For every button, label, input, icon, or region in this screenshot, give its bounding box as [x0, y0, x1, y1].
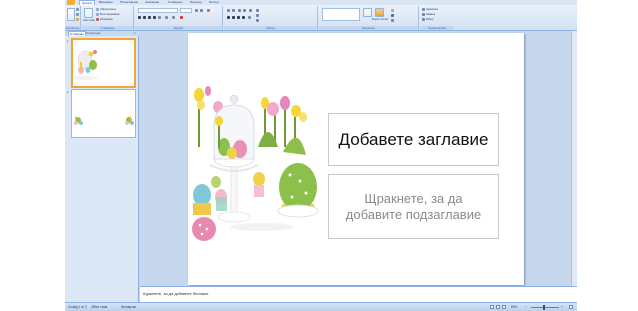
find-icon [422, 8, 425, 11]
arrange-icon[interactable] [363, 8, 372, 17]
clipboard-group-label: Клипборд [65, 26, 80, 30]
slides-panel: Слайдове Структура × 1 2 [65, 31, 139, 302]
layout-icon [96, 8, 99, 11]
editing-group-label: Редактиране [420, 26, 454, 30]
cut-icon[interactable] [76, 8, 79, 11]
shadow-icon[interactable] [158, 16, 161, 19]
slideshow-view-icon[interactable] [502, 305, 506, 309]
quick-styles-icon[interactable] [375, 8, 384, 17]
thumbnail-2-images [72, 90, 135, 137]
strikethrough-icon[interactable] [153, 16, 156, 19]
tab-slides[interactable]: Слайдове [68, 31, 86, 36]
drawing-group-label: Рисуване [319, 26, 418, 30]
thumbnail-number: 2 [67, 90, 69, 94]
slide-canvas[interactable]: Добавете заглавие Щракнете, за да добави… [188, 33, 524, 285]
zoom-slider-knob[interactable] [543, 305, 545, 310]
slides-panel-tabs: Слайдове Структура × [65, 31, 139, 36]
ribbon: Клипборд Нов слайд Оформление Възстановя… [65, 5, 577, 31]
zoom-in-icon[interactable]: + [561, 305, 563, 309]
powerpoint-window: Начало Вмъкване Проектиране Анимации Сла… [65, 0, 577, 311]
numbering-icon[interactable] [232, 9, 235, 12]
find-button[interactable]: Намиране [426, 8, 452, 11]
new-slide-button[interactable]: Нов слайд [83, 19, 95, 22]
zoom-level[interactable]: 69% [511, 305, 517, 309]
delete-button[interactable]: Изтриване [100, 18, 132, 21]
status-bar: Слайд 1 от 2 Office тема български 69% −… [65, 302, 577, 311]
shrink-font-icon[interactable] [200, 9, 203, 12]
shape-effects-icon[interactable] [391, 19, 394, 22]
font-group-label: Шрифт [135, 26, 222, 30]
align-center-icon[interactable] [232, 16, 235, 19]
smartart-icon[interactable] [256, 19, 259, 22]
justify-icon[interactable] [242, 16, 245, 19]
fit-to-window-icon[interactable] [569, 305, 573, 309]
title-placeholder[interactable]: Добавете заглавие [328, 113, 499, 166]
select-icon [422, 18, 425, 21]
quick-styles-button[interactable]: Бързи стилове [372, 18, 388, 21]
paragraph-group-label: Абзац [224, 26, 317, 30]
clear-format-icon[interactable] [207, 9, 210, 12]
select-button[interactable]: Избор [426, 18, 452, 21]
align-left-icon[interactable] [227, 16, 230, 19]
font-group: Шрифт [135, 6, 223, 30]
reset-button[interactable]: Възстановяване [100, 13, 132, 16]
slide-editing-area: Добавете заглавие Щракнете, за да добави… [140, 31, 577, 286]
title-placeholder-text: Добавете заглавие [338, 129, 489, 149]
slide-sorter-icon[interactable] [496, 305, 500, 309]
decrease-indent-icon[interactable] [238, 9, 241, 12]
bullets-icon[interactable] [227, 9, 230, 12]
tab-outline[interactable]: Структура [85, 31, 101, 36]
new-slide-icon[interactable] [84, 8, 93, 18]
subtitle-placeholder-text: Щракнете, за да добавите подзаглавие [345, 190, 482, 222]
replace-button[interactable]: Замяна [426, 13, 452, 16]
slide-thumbnail-2[interactable] [71, 89, 136, 138]
italic-icon[interactable] [143, 16, 146, 19]
format-painter-icon[interactable] [76, 18, 79, 21]
slide-thumbnail-1[interactable] [71, 38, 136, 88]
change-case-icon[interactable] [172, 16, 175, 19]
thumbnail-easter-image [73, 40, 134, 86]
delete-icon [96, 18, 99, 21]
zoom-out-icon[interactable]: − [525, 305, 527, 309]
text-direction-icon[interactable] [256, 9, 259, 12]
notes-pane[interactable]: Щракнете, за да добавите бележки [140, 286, 577, 302]
font-name-dropdown[interactable] [138, 8, 178, 13]
paragraph-group: Абзац [224, 6, 318, 30]
grow-font-icon[interactable] [195, 9, 198, 12]
clipboard-group: Клипборд [65, 6, 81, 30]
editing-group: Намиране Замяна Избор Редактиране [420, 6, 454, 30]
paste-icon[interactable] [67, 8, 75, 21]
increase-indent-icon[interactable] [243, 9, 246, 12]
underline-icon[interactable] [148, 16, 151, 19]
slide-counter: Слайд 1 от 2 [68, 305, 87, 309]
subtitle-placeholder[interactable]: Щракнете, за да добавите подзаглавие [328, 174, 499, 239]
thumbnail-number: 1 [67, 39, 69, 43]
slides-group: Нов слайд Оформление Възстановяване Изтр… [82, 6, 134, 30]
columns-icon[interactable] [248, 16, 251, 19]
line-spacing-icon[interactable] [249, 9, 252, 12]
replace-icon [422, 13, 425, 16]
copy-icon[interactable] [76, 13, 79, 16]
close-panel-icon[interactable]: × [134, 32, 137, 35]
slides-group-label: Слайдове [82, 26, 133, 30]
shapes-gallery[interactable] [322, 8, 360, 21]
easter-eggs-image[interactable] [188, 77, 328, 252]
vertical-scrollbar[interactable] [571, 31, 577, 286]
theme-name: Office тема [91, 305, 108, 309]
normal-view-icon[interactable] [490, 305, 494, 309]
font-size-dropdown[interactable] [180, 8, 192, 13]
font-color-icon[interactable] [180, 16, 183, 19]
align-text-icon[interactable] [256, 14, 259, 17]
language-indicator[interactable]: български [121, 305, 136, 309]
layout-button[interactable]: Оформление [100, 8, 132, 11]
notes-placeholder-text: Щракнете, за да добавите бележки [143, 291, 209, 296]
shape-fill-icon[interactable] [391, 9, 394, 12]
align-right-icon[interactable] [237, 16, 240, 19]
bold-icon[interactable] [138, 16, 141, 19]
char-spacing-icon[interactable] [165, 16, 168, 19]
shape-outline-icon[interactable] [391, 14, 394, 17]
drawing-group: Бързи стилове Рисуване [319, 6, 419, 30]
zoom-slider[interactable] [531, 307, 559, 308]
reset-icon [96, 13, 99, 16]
